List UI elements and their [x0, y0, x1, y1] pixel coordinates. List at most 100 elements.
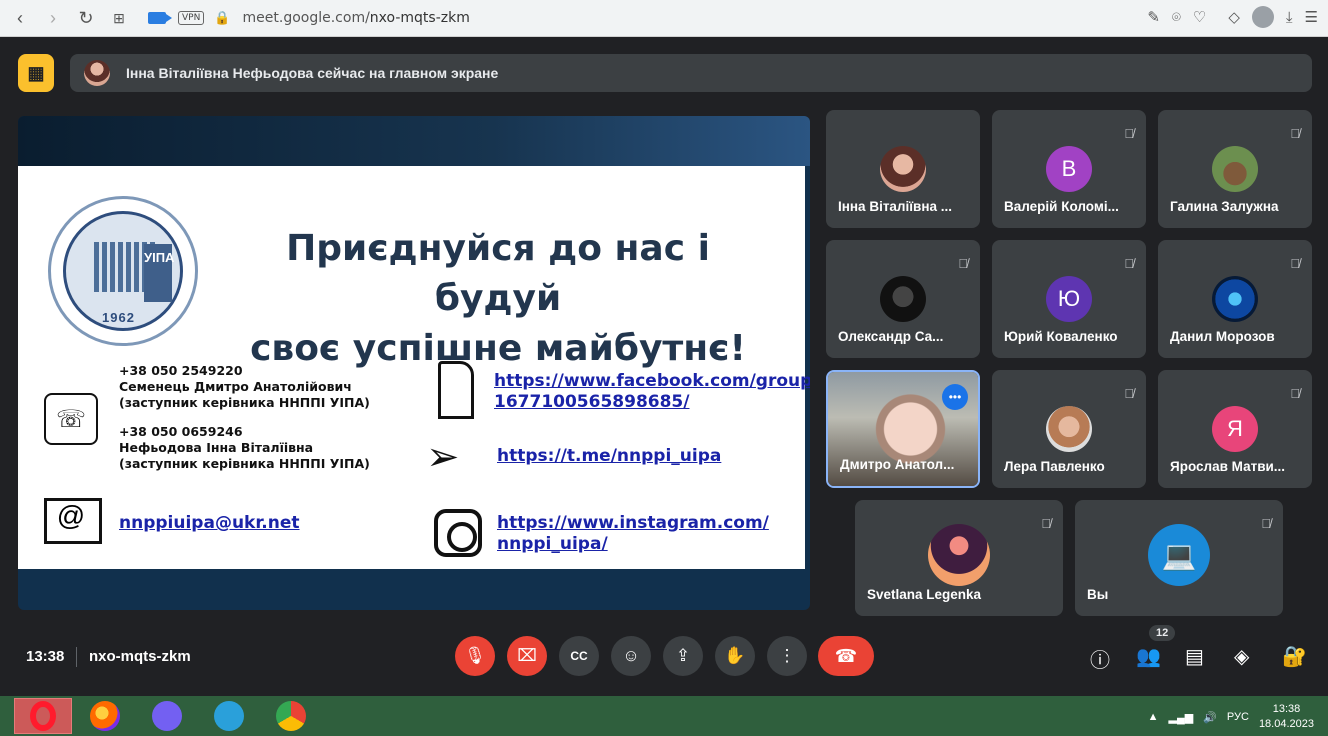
institute-logo: УІПА 1962: [48, 196, 198, 346]
instagram-icon: [434, 509, 482, 557]
more-options-button[interactable]: ⋮: [767, 636, 807, 676]
self-tile[interactable]: 🎙̸ 💻 Вы: [1075, 500, 1283, 616]
facebook-link-line1: https://www.facebook.com/groups/: [494, 371, 810, 391]
participant-avatar: [1046, 406, 1092, 452]
participant-tile[interactable]: Інна Віталіївна ...: [826, 110, 980, 228]
network-icon[interactable]: ▂▄▆: [1168, 711, 1193, 724]
contact-1-name: Семенець Дмитро Анатолійович: [119, 379, 352, 394]
system-clock[interactable]: 13:38 18.04.2023: [1259, 702, 1314, 732]
mic-off-icon: 🎙̸: [1041, 516, 1051, 531]
screenshot-icon[interactable]: ⌾: [1172, 9, 1181, 26]
participant-tile[interactable]: 🎙̸ Лера Павленко: [992, 370, 1146, 488]
camera-toggle-button[interactable]: ⌧: [507, 636, 547, 676]
download-icon[interactable]: ⤓: [1286, 9, 1293, 26]
language-indicator[interactable]: РУС: [1227, 711, 1249, 723]
emoji-button[interactable]: ☺: [611, 636, 651, 676]
presenter-banner: Інна Віталіївна Нефьодова сейчас на глав…: [70, 54, 1312, 92]
forward-icon[interactable]: ›: [40, 5, 66, 31]
tray-arrow-icon[interactable]: ▲: [1148, 711, 1159, 723]
telegram-link[interactable]: https://t.me/nnppi_uipa: [497, 446, 721, 467]
participant-tile-active[interactable]: ••• Дмитро Анатол...: [826, 370, 980, 488]
captions-button[interactable]: CC: [559, 636, 599, 676]
participant-avatar: [1212, 146, 1258, 192]
firefox-icon[interactable]: [90, 701, 120, 731]
telegram-icon: ➢: [426, 435, 460, 479]
os-taskbar: ▲ ▂▄▆ 🔊 РУС 13:38 18.04.2023: [0, 696, 1328, 736]
instagram-link[interactable]: https://www.instagram.com/ nnppi_uipa/: [497, 513, 769, 555]
volume-icon[interactable]: 🔊: [1203, 711, 1217, 724]
chat-icon[interactable]: ▤: [1185, 644, 1204, 669]
participant-tile[interactable]: 🎙̸ Ю Юрий Коваленко: [992, 240, 1146, 358]
url-path: nxo-mqts-zkm: [369, 10, 470, 26]
participant-tile[interactable]: 🎙̸ В Валерій Коломі...: [992, 110, 1146, 228]
participant-name: Лера Павленко: [1004, 459, 1105, 474]
participant-tile[interactable]: 🎙̸ Олександр Са...: [826, 240, 980, 358]
logo-inner: УІПА 1962: [63, 211, 183, 331]
opera-taskbar-button[interactable]: [14, 698, 72, 734]
activities-icon[interactable]: ◈: [1234, 644, 1249, 669]
participant-avatar: [1212, 276, 1258, 322]
contact-2-name: Нефьодова Інна Віталїівна: [119, 440, 314, 455]
camera-icon: [148, 12, 172, 24]
menu-icon[interactable]: ☰: [1305, 8, 1318, 26]
meeting-time: 13:38: [26, 648, 65, 665]
presentation-stage: УІПА 1962 Приєднуйся до нас і будуй своє…: [18, 116, 810, 610]
raise-hand-button[interactable]: ✋: [715, 636, 755, 676]
contact-1-role: (заступник керівника ННППІ УІПА): [119, 395, 370, 410]
info-icon[interactable]: ⓘ: [1090, 644, 1110, 673]
phone-icon: ☏: [44, 393, 98, 445]
participant-tile[interactable]: 🎙̸ Я Ярослав Матви...: [1158, 370, 1312, 488]
participant-name: Олександр Са...: [838, 329, 944, 344]
system-tray: ▲ ▂▄▆ 🔊 РУС 13:38 18.04.2023: [1148, 702, 1314, 732]
mic-off-icon: 🎙̸: [1124, 126, 1134, 141]
mic-off-icon: 🎙̸: [958, 256, 968, 271]
participant-name: Данил Морозов: [1170, 329, 1275, 344]
contact-1: +38 050 2549220 Семенець Дмитро Анатолій…: [119, 363, 370, 411]
vpn-badge[interactable]: VPN: [178, 11, 205, 25]
browser-toolbar: ‹ › ↻ ⊞ VPN 🔒 meet.google.com/nxo-mqts-z…: [0, 0, 1328, 37]
profile-avatar[interactable]: [1251, 6, 1274, 28]
participant-tile[interactable]: 🎙̸ Данил Морозов: [1158, 240, 1312, 358]
presenter-banner-text: Інна Віталіївна Нефьодова сейчас на глав…: [126, 65, 499, 81]
participant-count-badge: 12: [1149, 625, 1176, 641]
facebook-link[interactable]: https://www.facebook.com/groups/ 1677100…: [494, 371, 810, 413]
heart-icon[interactable]: ♡: [1193, 8, 1206, 26]
divider: [76, 647, 77, 667]
grid-icon[interactable]: ⊞: [106, 5, 132, 31]
participant-name: Svetlana Legenka: [867, 587, 982, 602]
telegram-taskbar-icon[interactable]: [214, 701, 244, 731]
contact-2-phone: +38 050 0659246: [119, 424, 243, 439]
participant-name: Юрий Коваленко: [1004, 329, 1118, 344]
participant-avatar: Я: [1212, 406, 1258, 452]
reload-icon[interactable]: ↻: [73, 5, 99, 31]
browser-actions: ✎ ⌾ ♡ ◇ ⤓ ☰: [1147, 6, 1318, 28]
cube-icon[interactable]: ◇: [1228, 8, 1240, 26]
chrome-icon[interactable]: [276, 701, 306, 731]
participant-tile[interactable]: 🎙̸ Svetlana Legenka: [855, 500, 1063, 616]
participant-name: Галина Залужна: [1170, 199, 1279, 214]
mic-off-icon: 🎙̸: [1124, 256, 1134, 271]
speaking-indicator-icon: •••: [942, 384, 968, 410]
leave-call-button[interactable]: ☎: [818, 636, 874, 676]
people-icon[interactable]: 👥: [1136, 644, 1161, 669]
url-prefix: meet.google.com/: [242, 10, 370, 26]
email-link[interactable]: nnppiuipa@ukr.net: [119, 513, 300, 534]
present-button[interactable]: ⇪: [663, 636, 703, 676]
url-text[interactable]: meet.google.com/nxo-mqts-zkm: [243, 10, 470, 26]
host-controls-icon[interactable]: 🔐: [1282, 644, 1307, 669]
lock-icon: 🔒: [214, 10, 231, 25]
participant-avatar: [928, 524, 990, 586]
presentation-off-button[interactable]: ▦: [18, 54, 54, 92]
mic-off-icon: 🎙̸: [1290, 386, 1300, 401]
viber-icon[interactable]: [152, 701, 182, 731]
address-bar[interactable]: VPN 🔒 meet.google.com/nxo-mqts-zkm: [148, 5, 470, 31]
participant-name: Ярослав Матви...: [1170, 459, 1286, 474]
clock-time: 13:38: [1272, 703, 1301, 715]
mic-toggle-button[interactable]: 🎙: [455, 636, 495, 676]
participant-tile[interactable]: 🎙̸ Галина Залужна: [1158, 110, 1312, 228]
participant-avatar: В: [1046, 146, 1092, 192]
slide-title: Приєднуйся до нас і будуй своє успішне м…: [218, 224, 778, 374]
instagram-link-line2: nnppi_uipa/: [497, 534, 608, 554]
back-icon[interactable]: ‹: [7, 5, 33, 31]
edit-icon[interactable]: ✎: [1147, 8, 1160, 26]
